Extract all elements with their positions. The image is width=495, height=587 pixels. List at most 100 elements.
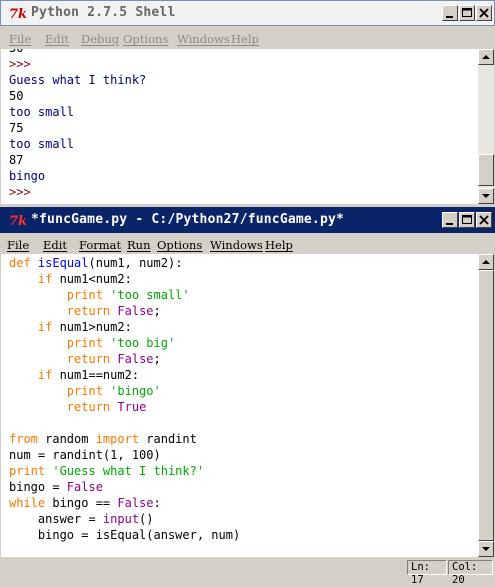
editor-token <box>9 384 67 398</box>
shell-line: too small <box>9 104 74 120</box>
editor-token: False <box>117 352 154 366</box>
shell-vertical-scrollbar[interactable] <box>478 49 494 204</box>
editor-token: print <box>66 288 103 302</box>
editor-token: () <box>139 512 154 526</box>
tk-feather-icon: 7k <box>9 214 26 228</box>
editor-token <box>9 320 38 334</box>
editor-token: print <box>66 384 103 398</box>
editor-token: while <box>9 496 46 510</box>
shell-token: 75 <box>9 121 24 135</box>
shell-scroll-down-button[interactable] <box>478 188 494 204</box>
editor-menu-help[interactable]: Help <box>265 238 293 252</box>
editor-line: def isEqual(num1, num2): <box>9 255 182 271</box>
editor-token: return <box>66 352 111 366</box>
shell-menu-debug[interactable]: Debug <box>81 32 119 46</box>
editor-close-button[interactable] <box>476 212 492 228</box>
editor-vertical-scrollbar[interactable] <box>478 254 494 557</box>
editor-menu-windows[interactable]: Windows <box>210 238 263 252</box>
editor-token: if <box>37 320 53 334</box>
editor-token: input <box>102 512 140 526</box>
editor-token: isEqual <box>37 256 89 270</box>
shell-line: 87 <box>9 152 23 168</box>
shell-minimize-button[interactable] <box>442 5 458 21</box>
shell-token: Guess what I think? <box>9 73 147 87</box>
shell-window-title: Python 2.7.5 Shell <box>31 5 176 20</box>
editor-token <box>9 304 67 318</box>
maximize-icon <box>462 215 472 224</box>
editor-token: False <box>66 480 103 494</box>
editor-menu-bar: File Edit Format Run Options Windows Help <box>1 235 494 255</box>
shell-line: too small <box>9 136 74 152</box>
shell-menu-options[interactable]: Options <box>123 32 168 46</box>
shell-output-area[interactable]: 50 >>> Guess what I think? 50 too small 75 to… <box>1 49 478 204</box>
shell-token: >>> <box>9 185 38 199</box>
editor-line: print 'bingo' <box>9 383 161 399</box>
editor-window: 7k *funcGame.py - C:/Python27/funcGame.p… <box>0 207 495 558</box>
editor-token: return <box>66 304 111 318</box>
editor-token: num1<num2: <box>52 272 132 286</box>
editor-line: print 'too big' <box>9 335 175 351</box>
editor-token: : <box>153 496 161 510</box>
editor-scroll-down-button[interactable] <box>478 541 494 557</box>
editor-token: ; <box>153 304 161 318</box>
editor-line: return True <box>9 399 147 415</box>
shell-token: 50 <box>9 89 24 103</box>
editor-line: bingo = isEqual(answer, num) <box>9 527 240 543</box>
minimize-icon <box>446 223 453 225</box>
svg-text:7k: 7k <box>9 214 26 228</box>
minimize-icon <box>446 16 453 18</box>
editor-menu-run[interactable]: Run <box>127 238 150 252</box>
editor-token <box>31 256 38 270</box>
editor-token: False <box>117 496 154 510</box>
shell-line: 50 <box>9 88 23 104</box>
editor-title-bar[interactable]: 7k *funcGame.py - C:/Python27/funcGame.p… <box>0 207 495 233</box>
editor-token: bingo == <box>45 496 118 510</box>
editor-maximize-button[interactable] <box>459 212 475 228</box>
editor-token: 'bingo' <box>110 384 161 398</box>
editor-line: bingo = False <box>9 479 103 495</box>
shell-scroll-thumb[interactable] <box>478 154 494 186</box>
editor-minimize-button[interactable] <box>442 212 458 228</box>
editor-token: False <box>117 304 154 318</box>
editor-line: if num1<num2: <box>9 271 132 287</box>
editor-line: return False; <box>9 351 161 367</box>
editor-line: print 'Guess what I think?' <box>9 463 204 479</box>
arrow-down-icon <box>482 194 490 198</box>
editor-token: (num1, num2): <box>88 256 183 270</box>
shell-menu-help[interactable]: Help <box>231 32 259 46</box>
shell-line: bingo <box>9 168 45 184</box>
editor-token: if <box>37 272 53 286</box>
editor-token: def <box>9 256 31 270</box>
editor-token: num = randint(1, 100) <box>9 448 161 462</box>
editor-line: return False; <box>9 303 161 319</box>
column-number-status: Col: 20 <box>448 560 493 586</box>
shell-scroll-up-button[interactable] <box>478 49 494 65</box>
editor-menu-edit[interactable]: Edit <box>43 238 67 252</box>
editor-token: 'Guess what I think?' <box>52 464 205 478</box>
shell-menu-edit[interactable]: Edit <box>45 32 69 46</box>
shell-maximize-button[interactable] <box>459 5 475 21</box>
arrow-up-icon <box>482 260 490 264</box>
shell-line: 75 <box>9 120 23 136</box>
editor-token <box>9 288 67 302</box>
tk-feather-icon: 7k <box>9 7 26 21</box>
editor-menu-format[interactable]: Format <box>79 238 121 252</box>
editor-token: num1>num2: <box>52 320 132 334</box>
editor-window-title: *funcGame.py - C:/Python27/funcGame.py* <box>31 212 345 227</box>
editor-token: ; <box>153 352 161 366</box>
shell-token: too small <box>9 137 75 151</box>
editor-code-area[interactable]: def isEqual(num1, num2): if num1<num2: p… <box>1 254 478 557</box>
editor-menu-options[interactable]: Options <box>157 238 202 252</box>
editor-token: random <box>37 432 96 446</box>
arrow-down-icon <box>482 547 490 551</box>
editor-scroll-up-button[interactable] <box>478 254 494 270</box>
shell-menu-file[interactable]: File <box>9 32 31 46</box>
editor-token <box>9 400 67 414</box>
editor-token: 'too big' <box>110 336 176 350</box>
shell-line: Guess what I think? <box>9 72 146 88</box>
shell-title-bar[interactable]: 7k Python 2.7.5 Shell <box>0 0 495 26</box>
editor-scroll-thumb[interactable] <box>478 270 494 541</box>
editor-menu-file[interactable]: File <box>7 238 29 252</box>
shell-menu-windows[interactable]: Windows <box>177 32 230 46</box>
shell-close-button[interactable] <box>476 5 492 21</box>
